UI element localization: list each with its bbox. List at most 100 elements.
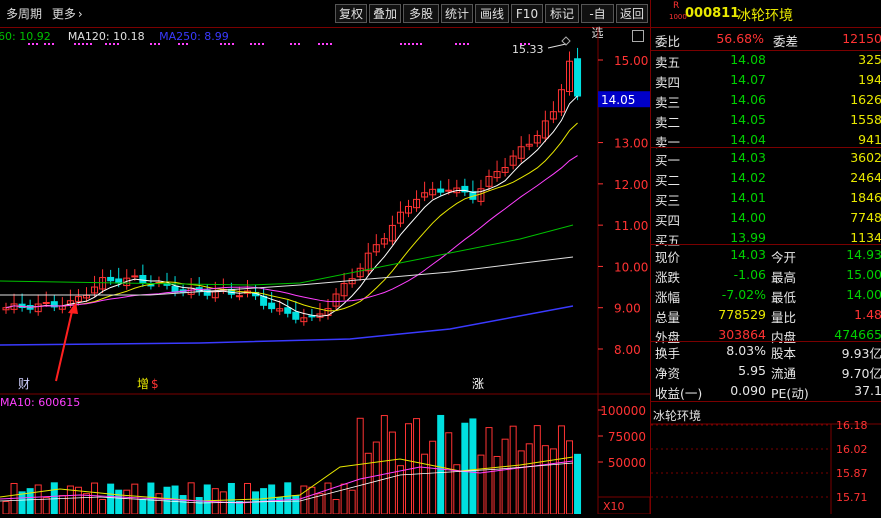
volume-bar [179, 495, 187, 515]
fund-label: 流通 [771, 366, 797, 381]
volume-bar [485, 427, 493, 515]
ask-row[interactable]: 卖三 14.06 1626 [651, 92, 881, 111]
event-marker: 增 [137, 377, 149, 391]
fundamental-row[interactable]: 收益(一) 0.090 PE(动) 37.1 [651, 383, 881, 402]
ask-price: 14.06 [730, 92, 766, 107]
signal-dot [258, 43, 260, 45]
signal-dot [290, 43, 292, 45]
fundamental-row[interactable]: 净资 5.95 流通 9.70亿 [651, 363, 881, 382]
bid-row[interactable]: 买三 14.01 1846 [651, 190, 881, 209]
candle-body [139, 274, 147, 284]
signal-dot [232, 43, 234, 45]
toolbar-left: 多周期 更多 › [6, 5, 89, 22]
ask-label: 卖四 [655, 75, 681, 90]
volume-bar [517, 450, 525, 515]
toolbar-button-0[interactable]: 复权 [335, 4, 367, 23]
toolbar-button-7[interactable]: -自选 [581, 4, 614, 40]
toolbar-button-1[interactable]: 叠加 [369, 4, 401, 23]
quote-stat-row[interactable]: 涨幅 -7.02% 最低 14.00 [651, 287, 881, 306]
stat-label: 总量 [655, 310, 681, 325]
divider [651, 244, 881, 245]
ma120-line [0, 256, 574, 296]
volume-bar [292, 495, 300, 515]
volume-bar [469, 418, 477, 515]
signal-dot [408, 43, 410, 45]
event-marker: 涨 [472, 376, 484, 391]
bid-price: 14.01 [730, 190, 766, 205]
mini-intraday-chart[interactable]: 冰轮环境 16.18 16.02 15.87 15.71 [651, 405, 881, 514]
ask-row[interactable]: 卖四 14.07 194 [651, 72, 881, 91]
multi-period-button[interactable]: 多周期 [6, 7, 42, 21]
mini-tick-label: 15.71 [836, 491, 868, 504]
volume-bar [429, 440, 437, 515]
volume-bar [2, 501, 10, 515]
volume-bar [413, 418, 421, 515]
signal-dot [463, 43, 465, 45]
stat-value: 474665 [834, 327, 881, 342]
event-marker: $ [151, 377, 159, 391]
signal-dot [262, 43, 264, 45]
volume-bar [396, 465, 404, 515]
toolbar-button-6[interactable]: 标记 [545, 4, 579, 23]
volume-bar [549, 448, 557, 515]
ask-row[interactable]: 卖一 14.04 941 [651, 132, 881, 151]
ask-row[interactable]: 卖二 14.05 1558 [651, 112, 881, 131]
toolbar-button-4[interactable]: 画线 [475, 4, 509, 23]
bid-price: 14.03 [730, 150, 766, 165]
candle-body [42, 301, 50, 304]
stock-title-bar: R 1000 000811 冰轮环境 [651, 0, 881, 28]
weibi-value: 56.68% [716, 31, 764, 46]
bid-row[interactable]: 买一 14.03 3602 [651, 150, 881, 169]
diamond-icon [561, 36, 571, 46]
volume-bar [574, 453, 582, 515]
candle-body [268, 302, 276, 310]
signal-dot [228, 43, 230, 45]
fund-value: 5.95 [738, 363, 766, 378]
signal-dot [52, 43, 54, 45]
toolbar-button-8[interactable]: 返回 [616, 4, 648, 23]
signal-dot [117, 43, 119, 45]
weibi-label: 委比 [655, 34, 681, 49]
bid-row[interactable]: 买二 14.02 2464 [651, 170, 881, 189]
toolbar-button-5[interactable]: F10 [511, 4, 543, 23]
signal-dot [28, 43, 30, 45]
bid-price: 13.99 [730, 230, 766, 245]
toolbar-button-2[interactable]: 多股 [403, 4, 439, 23]
signal-dot [32, 43, 34, 45]
signal-dot [86, 43, 88, 45]
fund-label: 换手 [655, 346, 681, 361]
volume-bar [437, 414, 445, 515]
bid-label: 买三 [655, 193, 681, 208]
signal-dot [326, 43, 328, 45]
signal-dot [78, 43, 80, 45]
weibi-row[interactable]: 委比 56.68% 委差 12150 [651, 31, 881, 50]
quote-stat-row[interactable]: 总量 778529 量比 1.48 [651, 307, 881, 326]
signal-dot [467, 43, 469, 45]
candle-body [574, 58, 582, 97]
ask-volume: 1558 [850, 112, 881, 127]
ask-row[interactable]: 卖五 14.08 325 [651, 52, 881, 71]
divider [651, 341, 881, 342]
stat-label: 最高 [771, 270, 797, 285]
volume-bar [477, 454, 485, 515]
collapse-panel-icon[interactable] [632, 30, 644, 42]
quote-stat-row[interactable]: 涨跌 -1.06 最高 15.00 [651, 267, 881, 286]
kline-chart-area[interactable]: 15.0014.0013.0012.0011.0010.009.008.0014… [0, 27, 651, 515]
weicha-value: 12150 [842, 31, 881, 46]
bid-label: 买二 [655, 173, 681, 188]
fund-value: 8.03% [726, 343, 766, 358]
fundamental-row[interactable]: 换手 8.03% 股本 9.93亿 [651, 343, 881, 362]
bid-row[interactable]: 买四 14.00 7748 [651, 210, 881, 229]
ma-legend-0: 60: 10.92 [0, 30, 51, 43]
quote-stat-row[interactable]: 现价 14.03 今开 14.93 [651, 247, 881, 266]
more-button[interactable]: 更多 [52, 7, 76, 21]
fund-label: PE(动) [771, 386, 809, 401]
stat-value: 14.00 [846, 287, 881, 302]
kline-chart[interactable]: 15.0014.0013.0012.0011.0010.009.008.0014… [0, 27, 651, 515]
signal-dot [82, 43, 84, 45]
r-badge: R [673, 1, 680, 11]
ask-label: 卖二 [655, 115, 681, 130]
toolbar-button-3[interactable]: 统计 [441, 4, 473, 23]
volume-bar [83, 493, 90, 515]
candle-body [131, 275, 139, 278]
